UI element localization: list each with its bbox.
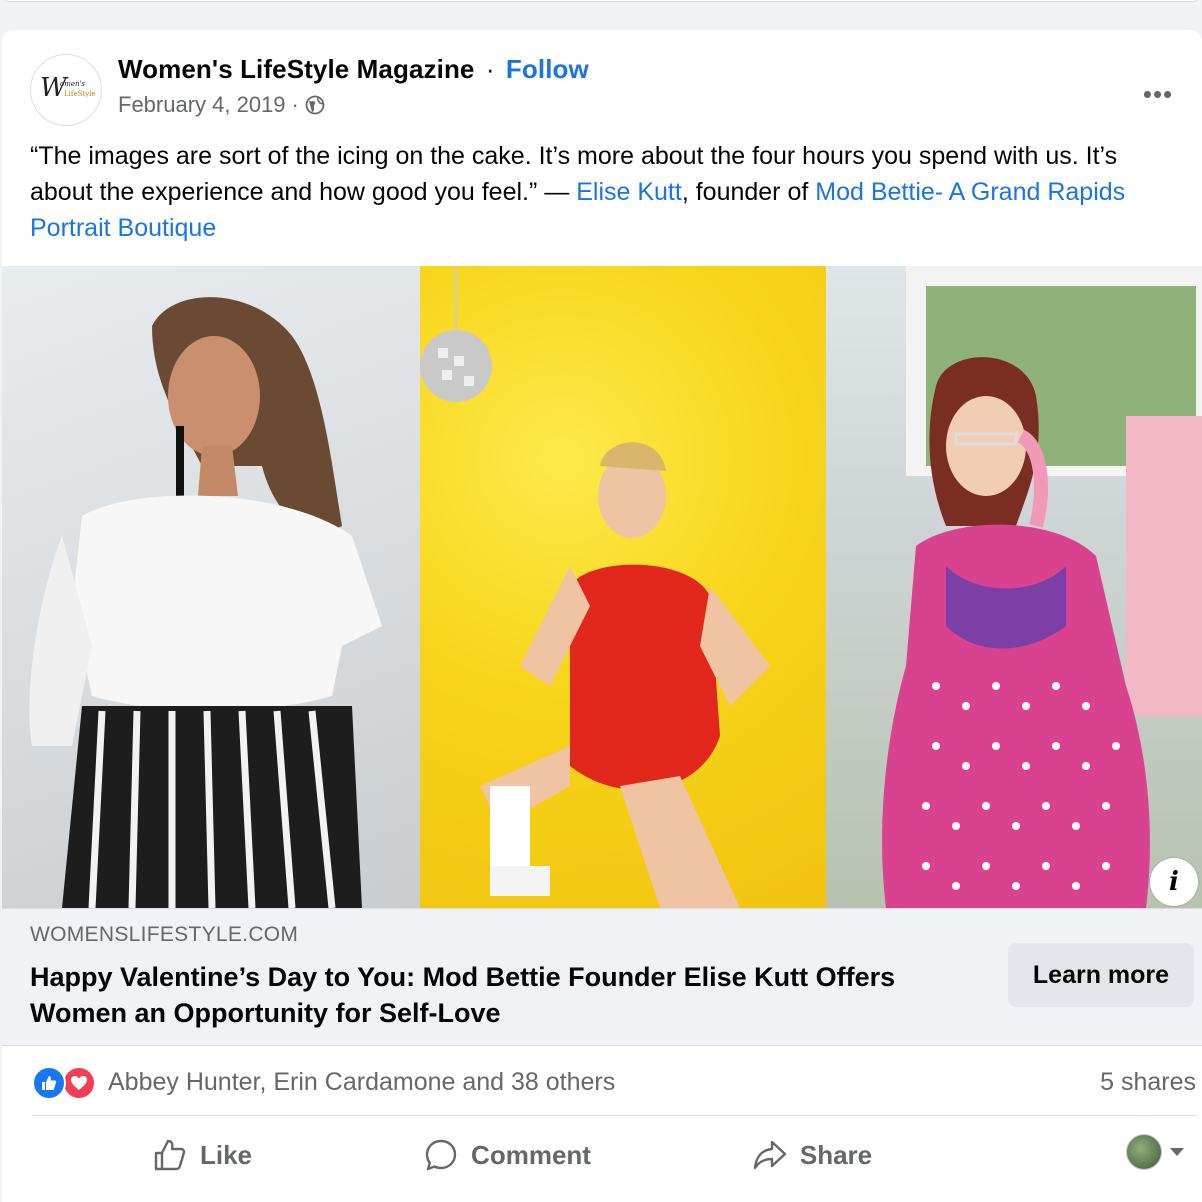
post-card: W omen's LifeStyle Women's LifeStyle Mag… (2, 30, 1202, 1202)
link-domain: WOMENSLIFESTYLE.COM (30, 923, 299, 946)
link-headline[interactable]: Happy Valentine’s Day to You: Mod Bettie… (30, 959, 960, 1031)
previous-post-edge (0, 0, 1202, 2)
comment-bubble-icon (425, 1139, 457, 1171)
page-avatar[interactable]: W omen's LifeStyle (30, 54, 102, 126)
post-caption: “The images are sort of the icing on the… (30, 138, 1170, 246)
page-name[interactable]: Women's LifeStyle Magazine (118, 54, 475, 84)
svg-text:LifeStyle: LifeStyle (64, 90, 96, 98)
like-button[interactable]: Like (32, 1127, 372, 1183)
learn-more-button[interactable]: Learn more (1008, 943, 1194, 1007)
like-reaction-icon (32, 1066, 66, 1100)
photo-woman-pink-polka-dress: i (826, 266, 1202, 908)
info-icon[interactable]: i (1150, 858, 1198, 906)
comment-label: Comment (471, 1139, 591, 1170)
post-header: W omen's LifeStyle Women's LifeStyle Mag… (30, 52, 1180, 132)
photo-woman-red-swimsuit (420, 266, 826, 908)
photo-woman-white-top (2, 266, 420, 908)
reactors-text[interactable]: Abbey Hunter, Erin Cardamone and 38 othe… (108, 1068, 615, 1097)
user-avatar (1126, 1134, 1162, 1170)
reaction-icons[interactable] (32, 1066, 102, 1100)
meta-separator: · (291, 92, 299, 117)
action-bar: Like Comment Share (32, 1120, 1196, 1190)
reactions-summary: Abbey Hunter, Erin Cardamone and 38 othe… (32, 1050, 1196, 1116)
chevron-down-icon (1170, 1148, 1184, 1156)
follow-button[interactable]: Follow (506, 54, 589, 84)
page-name-line: Women's LifeStyle Magazine · Follow (118, 54, 589, 85)
woman-white-top-illustration (29, 297, 382, 908)
name-separator: · (485, 54, 495, 84)
link-preview-box[interactable]: WOMENSLIFESTYLE.COM Happy Valentine’s Da… (2, 908, 1202, 1046)
shares-count[interactable]: 5 shares (1100, 1068, 1196, 1097)
globe-icon[interactable] (305, 95, 325, 115)
share-arrow-icon (753, 1140, 787, 1170)
post-meta: February 4, 2019 · (118, 92, 325, 118)
woman-pink-dress-illustration (882, 266, 1202, 908)
thumbs-up-icon (154, 1139, 186, 1171)
share-button[interactable]: Share (642, 1127, 982, 1183)
comment-button[interactable]: Comment (372, 1127, 642, 1183)
more-options-icon[interactable]: ••• (1136, 72, 1180, 116)
link-preview-image[interactable]: i (2, 266, 1202, 908)
svg-text:omen's: omen's (60, 80, 85, 88)
caption-text-2: , founder of (681, 178, 816, 206)
mention-elise-kutt[interactable]: Elise Kutt (576, 178, 682, 206)
post-date[interactable]: February 4, 2019 (118, 92, 286, 118)
share-label: Share (799, 1139, 873, 1170)
magazine-logo-icon: W omen's LifeStyle (40, 73, 96, 103)
like-label: Like (199, 1139, 253, 1170)
love-reaction-icon (62, 1066, 96, 1100)
woman-red-swimsuit-illustration (420, 266, 770, 908)
audience-selector[interactable] (1126, 1134, 1184, 1170)
svg-text:W: W (40, 73, 69, 103)
